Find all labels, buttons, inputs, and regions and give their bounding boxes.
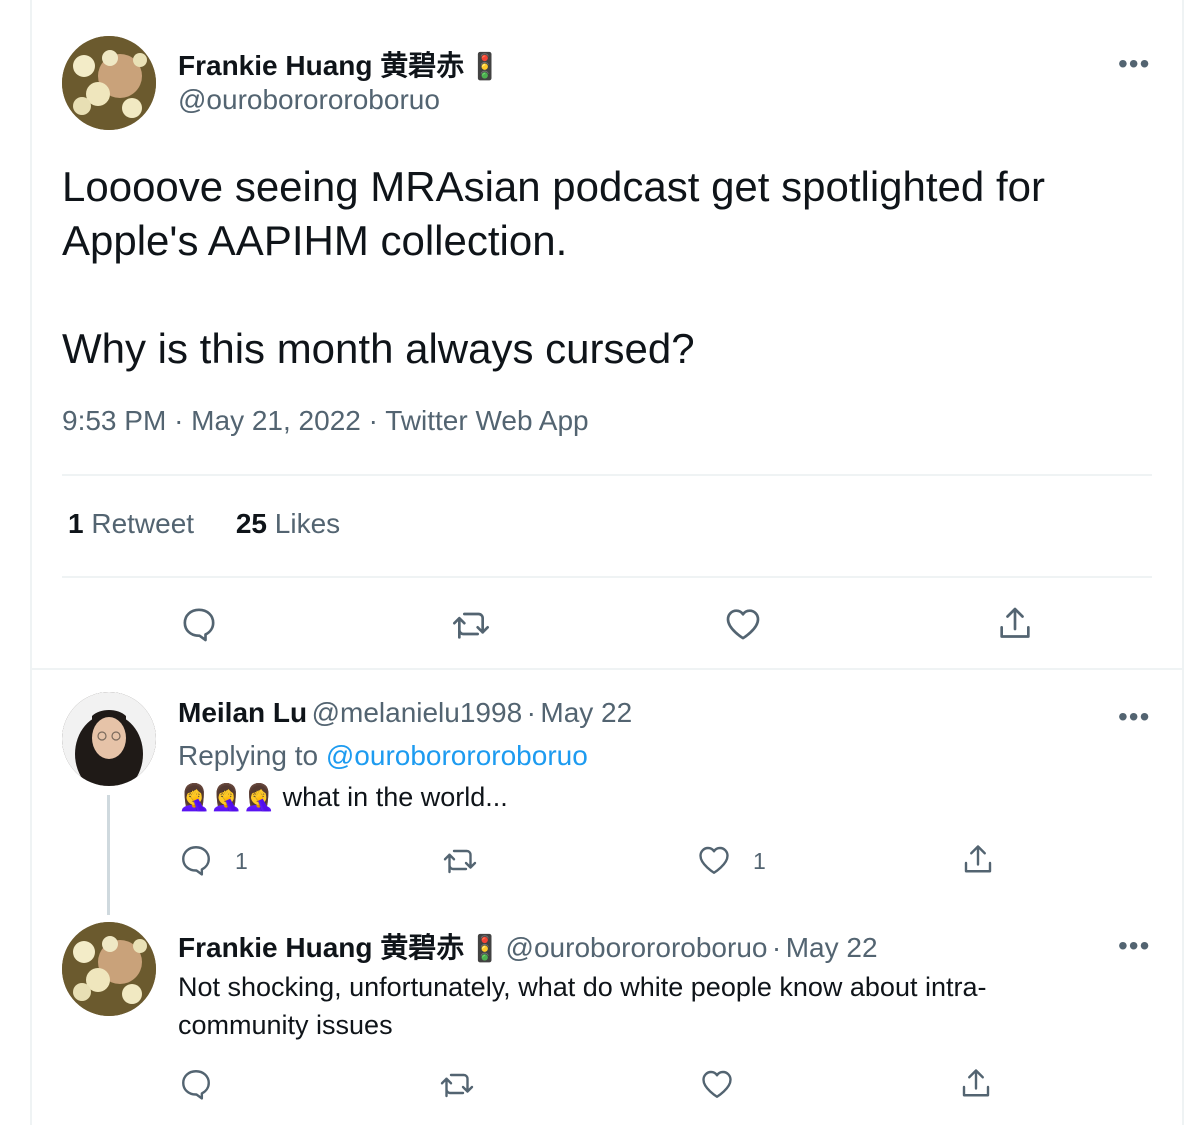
reply-icon <box>182 846 210 876</box>
share-button[interactable] <box>995 604 1035 644</box>
traffic-light-icon: 🚦 <box>468 51 502 81</box>
tweet-text: Loooove seeing MRAsian podcast get spotl… <box>62 160 1152 376</box>
tweet-text-line1: Loooove seeing MRAsian podcast get spotl… <box>62 163 1045 264</box>
like-icon <box>702 1070 732 1098</box>
traffic-light-icon: 🚦 <box>468 933 502 963</box>
divider <box>30 668 1184 670</box>
share-button[interactable] <box>960 842 996 878</box>
tweet-stats: 1 Retweet 25 Likes <box>68 508 374 540</box>
author-name-row[interactable]: Frankie Huang 黄碧赤 🚦 <box>178 44 501 84</box>
divider <box>62 474 1152 476</box>
reply2-date[interactable]: May 22 <box>786 932 878 963</box>
timeline-border-right <box>1182 0 1184 1125</box>
like-button[interactable] <box>699 1066 735 1102</box>
retweets-label: Retweet <box>91 508 195 539</box>
reply-button[interactable] <box>178 1066 214 1102</box>
avatar[interactable] <box>62 692 156 786</box>
likes-count: 25 <box>235 508 268 539</box>
avatar-image <box>62 692 156 786</box>
avatar-image <box>62 922 156 1016</box>
likes-label: Likes <box>274 508 341 539</box>
reply1-author-handle[interactable]: @melanielu1998 <box>312 697 523 728</box>
avatar[interactable] <box>62 36 156 130</box>
like-count: 1 <box>753 848 766 874</box>
meta-separator: · <box>526 697 536 728</box>
like-icon <box>726 609 760 640</box>
reply1-header: Meilan Lu @melanielu1998 · May 22 <box>178 697 632 729</box>
reply2-author-handle[interactable]: @ouroborororoboruo <box>506 932 768 963</box>
share-icon <box>964 845 992 873</box>
thread-connector <box>107 795 110 915</box>
meta-separator: · <box>771 932 782 963</box>
reply2-header: Frankie Huang 黄碧赤 🚦 @ouroborororoboruo ·… <box>178 926 878 966</box>
more-icon[interactable]: ••• <box>1118 703 1150 731</box>
replying-to: Replying to @ouroborororoboruo <box>178 740 588 772</box>
tweet-date[interactable]: May 21, 2022 <box>191 405 361 436</box>
retweets-stat[interactable]: 1 Retweet <box>68 508 194 539</box>
meta-separator: · <box>174 405 184 436</box>
like-button[interactable] <box>696 842 732 878</box>
replying-to-link[interactable]: @ouroborororoboruo <box>326 740 588 771</box>
facepalm-icon: 🤦‍♀️🤦‍♀️🤦‍♀️ <box>178 782 276 812</box>
like-button[interactable] <box>723 604 763 644</box>
avatar-image <box>62 36 156 130</box>
retweet-button[interactable] <box>439 1066 475 1102</box>
author-name[interactable]: Frankie Huang 黄碧赤 <box>178 50 464 81</box>
tweet-text-line2: Why is this month always cursed? <box>62 325 695 372</box>
divider <box>62 576 1152 578</box>
more-icon[interactable]: ••• <box>1118 50 1150 78</box>
reply-icon <box>183 608 215 642</box>
timeline-border-left <box>30 0 32 1125</box>
reply2-text-line1: Not shocking, unfortunately, what do whi… <box>178 972 987 1002</box>
retweet-button[interactable] <box>442 842 478 878</box>
retweet-icon <box>440 1073 474 1098</box>
likes-stat[interactable]: 25 Likes <box>236 508 340 539</box>
reply1-text: 🤦‍♀️🤦‍♀️🤦‍♀️ what in the world... <box>178 782 508 813</box>
retweet-button[interactable] <box>451 604 491 644</box>
share-icon <box>962 1069 990 1097</box>
retweet-icon <box>453 612 489 639</box>
reply-icon <box>182 1070 210 1100</box>
reply1-author-name[interactable]: Meilan Lu <box>178 697 307 728</box>
like-icon <box>699 846 729 874</box>
tweet-source[interactable]: Twitter Web App <box>385 405 588 436</box>
retweet-icon <box>443 849 477 874</box>
reply2-author-name[interactable]: Frankie Huang 黄碧赤 <box>178 932 464 963</box>
replying-label: Replying to <box>178 740 319 771</box>
reply1-date[interactable]: May 22 <box>540 697 632 728</box>
reply2-text-line2: community issues <box>178 1010 393 1040</box>
tweet-time[interactable]: 9:53 PM <box>62 405 166 436</box>
share-button[interactable] <box>958 1066 994 1102</box>
more-icon[interactable]: ••• <box>1118 932 1150 960</box>
share-icon <box>1000 607 1030 638</box>
retweets-count: 1 <box>68 508 84 539</box>
meta-separator: · <box>368 405 378 436</box>
reply2-text: Not shocking, unfortunately, what do whi… <box>178 968 1138 1044</box>
reply1-text-body: what in the world... <box>282 782 508 812</box>
author-handle[interactable]: @ouroborororoboruo <box>178 84 440 116</box>
reply-button[interactable] <box>178 842 214 878</box>
tweet-meta: 9:53 PM · May 21, 2022 · Twitter Web App <box>62 405 589 437</box>
reply-count: 1 <box>235 848 248 874</box>
reply-button[interactable] <box>179 604 219 644</box>
avatar[interactable] <box>62 922 156 1016</box>
